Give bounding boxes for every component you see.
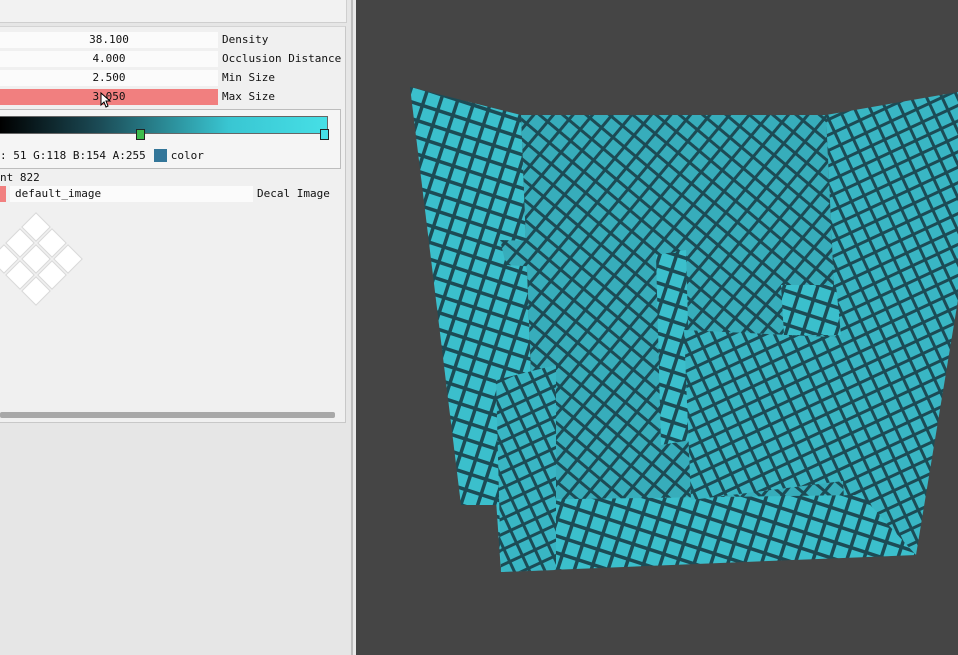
color-gradient-editor: : 51 G:118 B:154 A:255 color bbox=[0, 109, 341, 169]
small-cube bbox=[766, 235, 824, 285]
decal-count-text: nt 822 bbox=[0, 171, 40, 184]
decal-image-preview bbox=[0, 211, 90, 321]
small-cube-lower bbox=[781, 285, 841, 335]
inspector-panel: 38.100 Density 4.000 Occlusion Distance … bbox=[0, 0, 352, 655]
decal-properties-section: 38.100 Density 4.000 Occlusion Distance … bbox=[0, 26, 346, 423]
gradient-stop-handle-selected[interactable] bbox=[136, 129, 145, 140]
inspector-header-strip bbox=[0, 0, 347, 23]
decal-image-color-swatch[interactable] bbox=[0, 186, 6, 202]
occlusion-distance-label: Occlusion Distance bbox=[222, 52, 342, 65]
left-pillar bbox=[496, 365, 556, 572]
min-size-label: Min Size bbox=[222, 71, 275, 84]
horizontal-scrollbar[interactable] bbox=[0, 412, 335, 418]
decal-mesh-render bbox=[410, 87, 958, 572]
gradient-stop-color-row: : 51 G:118 B:154 A:255 color bbox=[0, 148, 204, 164]
right-wall bbox=[826, 92, 958, 555]
gradient-stop-handle-end[interactable] bbox=[320, 129, 329, 140]
decal-image-label: Decal Image bbox=[257, 187, 330, 200]
color-gradient-bar[interactable] bbox=[0, 116, 328, 134]
3d-viewport[interactable] bbox=[356, 0, 958, 655]
density-field[interactable]: 38.100 bbox=[0, 32, 218, 48]
rgba-readout: : 51 G:118 B:154 A:255 bbox=[0, 149, 146, 162]
density-label: Density bbox=[222, 33, 269, 46]
decal-image-field[interactable]: default_image bbox=[10, 186, 253, 202]
color-swatch[interactable] bbox=[153, 149, 167, 162]
max-size-label: Max Size bbox=[222, 90, 275, 103]
min-size-field[interactable]: 2.500 bbox=[0, 70, 218, 86]
arrow-cursor-icon bbox=[100, 91, 112, 111]
color-label: color bbox=[170, 149, 204, 162]
center-box bbox=[684, 330, 851, 500]
occlusion-distance-field[interactable]: 4.000 bbox=[0, 51, 218, 67]
panel-splitter[interactable] bbox=[351, 0, 353, 655]
floor bbox=[496, 495, 916, 572]
